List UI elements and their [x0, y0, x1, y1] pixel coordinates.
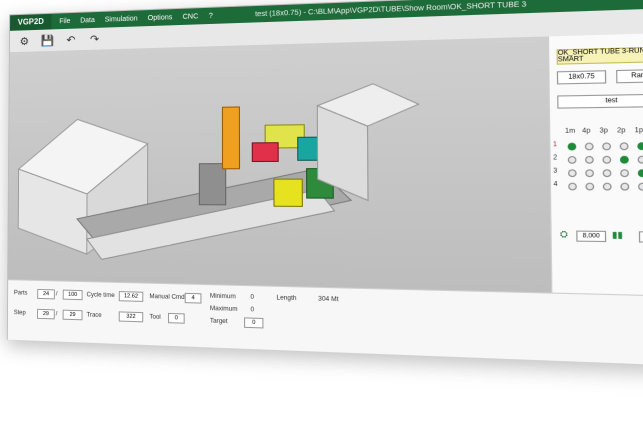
grid-dot[interactable]: [585, 169, 595, 178]
row-4: 4: [553, 181, 558, 189]
row-1: 1: [552, 141, 558, 149]
length-value: 304 Mt: [318, 296, 339, 304]
grid-dot[interactable]: [585, 155, 594, 164]
minimum-value: 0: [250, 294, 255, 301]
app-window: VGP2D File Data Simulation Options CNC ?…: [6, 0, 643, 367]
red-head: [252, 143, 278, 162]
maximum-label: Maximum: [209, 305, 238, 313]
tool-label: Tool: [149, 314, 161, 321]
row-3: 3: [553, 168, 558, 175]
cycle-time-value[interactable]: 12.62: [118, 291, 144, 302]
maximum-value: 0: [250, 307, 255, 314]
step-value[interactable]: 29: [37, 308, 55, 320]
test-button[interactable]: test: [557, 93, 643, 109]
save-icon[interactable]: 💾: [41, 33, 55, 47]
app-brand: VGP2D: [10, 13, 52, 31]
carriage: [199, 164, 225, 205]
grid-dot[interactable]: [567, 156, 577, 164]
target-label: Target: [209, 318, 228, 326]
grid-dot[interactable]: [602, 169, 612, 178]
col-3p: 3p: [599, 127, 608, 135]
program-name[interactable]: OK_SHORT TUBE 3-RUNNER SMART: [556, 46, 643, 65]
grid-dot[interactable]: [620, 182, 630, 191]
trace-value[interactable]: 322: [118, 311, 144, 323]
menu-help[interactable]: ?: [209, 12, 213, 19]
stage: VGP2D File Data Simulation Options CNC ?…: [0, 0, 643, 422]
grid-dot[interactable]: [619, 155, 629, 164]
grid-dot[interactable]: [568, 182, 577, 191]
grid-dot[interactable]: [637, 182, 643, 191]
orange-loader: [222, 107, 239, 169]
row-2: 2: [553, 154, 558, 162]
step-separator: /: [55, 311, 58, 318]
grid-dot[interactable]: [602, 182, 612, 191]
length-label: Length: [276, 295, 297, 303]
right-panel: OK_SHORT TUBE 3-RUNNER SMART 18x0.75 Ram…: [547, 32, 643, 296]
menu-file[interactable]: File: [59, 17, 70, 24]
col-1p: 1p: [634, 127, 643, 135]
right-value[interactable]: 370: [638, 231, 643, 243]
bottom-status: Parts 24 / 100 Step 29 / 29 Cycle time 1…: [7, 279, 643, 366]
yellow-clamp: [274, 179, 302, 206]
grid-dot[interactable]: [602, 155, 612, 164]
col-1m: 1m: [564, 128, 576, 136]
machine-render: [8, 36, 551, 292]
redo-icon[interactable]: ↷: [88, 32, 102, 46]
menu-options[interactable]: Options: [148, 14, 173, 22]
minimum-label: Minimum: [209, 293, 236, 301]
parts-total[interactable]: 100: [62, 289, 83, 301]
grid-dot[interactable]: [637, 142, 643, 151]
menu-bar: File Data Simulation Options CNC ?: [52, 12, 213, 25]
manual-cmd-label: Manual Cmd: [149, 293, 185, 302]
parts-label: Parts: [13, 290, 28, 297]
tool-icon[interactable]: ⛭: [554, 226, 574, 244]
menu-cnc[interactable]: CNC: [183, 13, 199, 21]
cycle-time-label: Cycle time: [86, 292, 115, 300]
grid-dot[interactable]: [619, 142, 629, 151]
grid-dot[interactable]: [637, 155, 643, 164]
menu-data[interactable]: Data: [80, 17, 95, 24]
grid-dot[interactable]: [567, 142, 577, 151]
col-4p: 4p: [582, 128, 591, 135]
trace-label: Trace: [86, 312, 102, 319]
grid-dot[interactable]: [620, 169, 630, 178]
grid-dot[interactable]: [637, 169, 643, 178]
machine-icon[interactable]: ⚙: [18, 34, 32, 48]
grid-dot[interactable]: [602, 142, 612, 151]
grid-dot[interactable]: [567, 169, 577, 178]
undo-icon[interactable]: ↶: [64, 32, 78, 46]
3d-viewport[interactable]: [8, 36, 552, 293]
step-total[interactable]: 29: [62, 309, 83, 321]
menu-simulation[interactable]: Simulation: [105, 15, 138, 23]
target-value[interactable]: 0: [244, 317, 264, 329]
manual-cmd-value[interactable]: 4: [184, 292, 202, 304]
grid-dot[interactable]: [584, 142, 594, 151]
grid-dot[interactable]: [585, 182, 595, 191]
parts-separator: /: [55, 291, 58, 298]
material[interactable]: Ramo: [616, 68, 643, 84]
parts-value[interactable]: 24: [37, 288, 55, 300]
speed-value[interactable]: 8,000: [576, 230, 607, 243]
tool-value[interactable]: 0: [167, 312, 185, 324]
tube-size[interactable]: 18x0.75: [556, 70, 607, 85]
col-2p: 2p: [616, 127, 626, 135]
bars-icon: ▮▮: [611, 229, 624, 240]
step-label: Step: [13, 310, 26, 317]
